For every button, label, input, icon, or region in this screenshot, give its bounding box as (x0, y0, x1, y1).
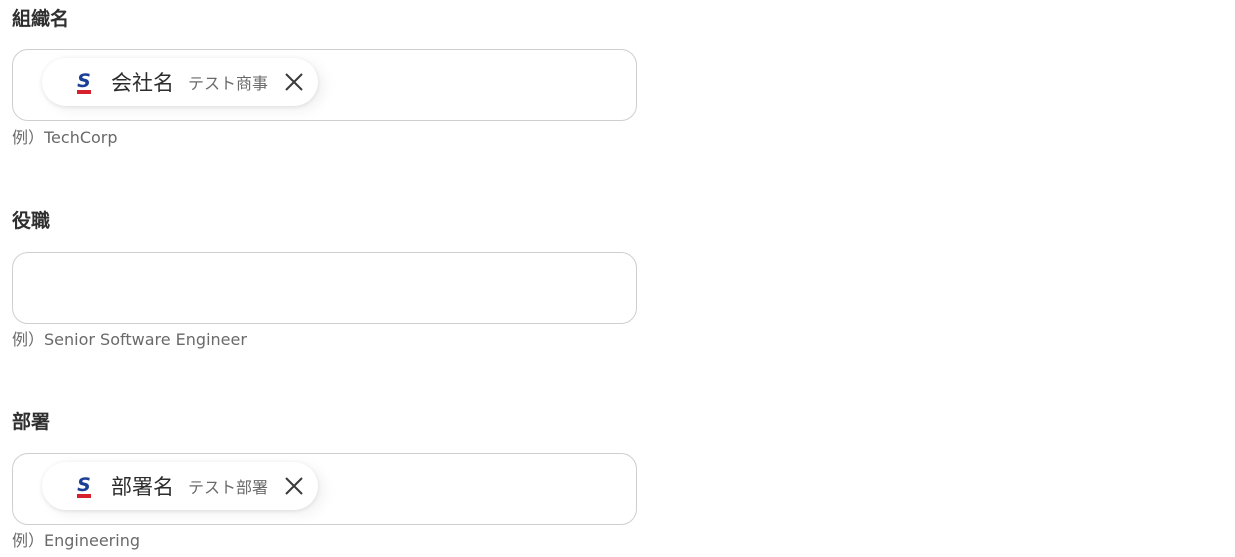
chip-sub-label: テスト商事 (188, 74, 269, 93)
close-icon[interactable] (284, 476, 304, 496)
organization-input[interactable]: S 会社名 テスト商事 (12, 49, 637, 121)
field-hint-organization: 例）TechCorp (12, 128, 118, 147)
field-hint-job-title: 例）Senior Software Engineer (12, 330, 247, 349)
close-icon[interactable] (284, 72, 304, 92)
variable-chip-department-name[interactable]: S 部署名 テスト部署 (42, 462, 319, 510)
svg-text:S: S (77, 70, 91, 92)
chip-sub-label: テスト部署 (188, 478, 269, 497)
field-label-job-title: 役職 (12, 210, 51, 232)
chip-main-label: 部署名 (111, 475, 174, 499)
field-department: 部署 S 部署名 テスト部署 例）Engineering (12, 410, 637, 550)
field-hint-department: 例）Engineering (12, 531, 141, 550)
field-label-organization: 組織名 (12, 8, 70, 30)
salesforce-s-icon: S (77, 474, 91, 498)
variable-chip-company-name[interactable]: S 会社名 テスト商事 (42, 58, 319, 106)
svg-text:S: S (77, 474, 91, 496)
field-organization: 組織名 S 会社名 テスト商事 例）TechCorp (12, 7, 637, 147)
department-input[interactable]: S 部署名 テスト部署 (12, 453, 637, 525)
field-label-department: 部署 (12, 411, 51, 433)
field-job-title: 役職 例）Senior Software Engineer (12, 209, 637, 349)
salesforce-s-icon: S (77, 70, 91, 94)
job-title-input[interactable] (12, 252, 637, 324)
chip-main-label: 会社名 (111, 71, 174, 95)
